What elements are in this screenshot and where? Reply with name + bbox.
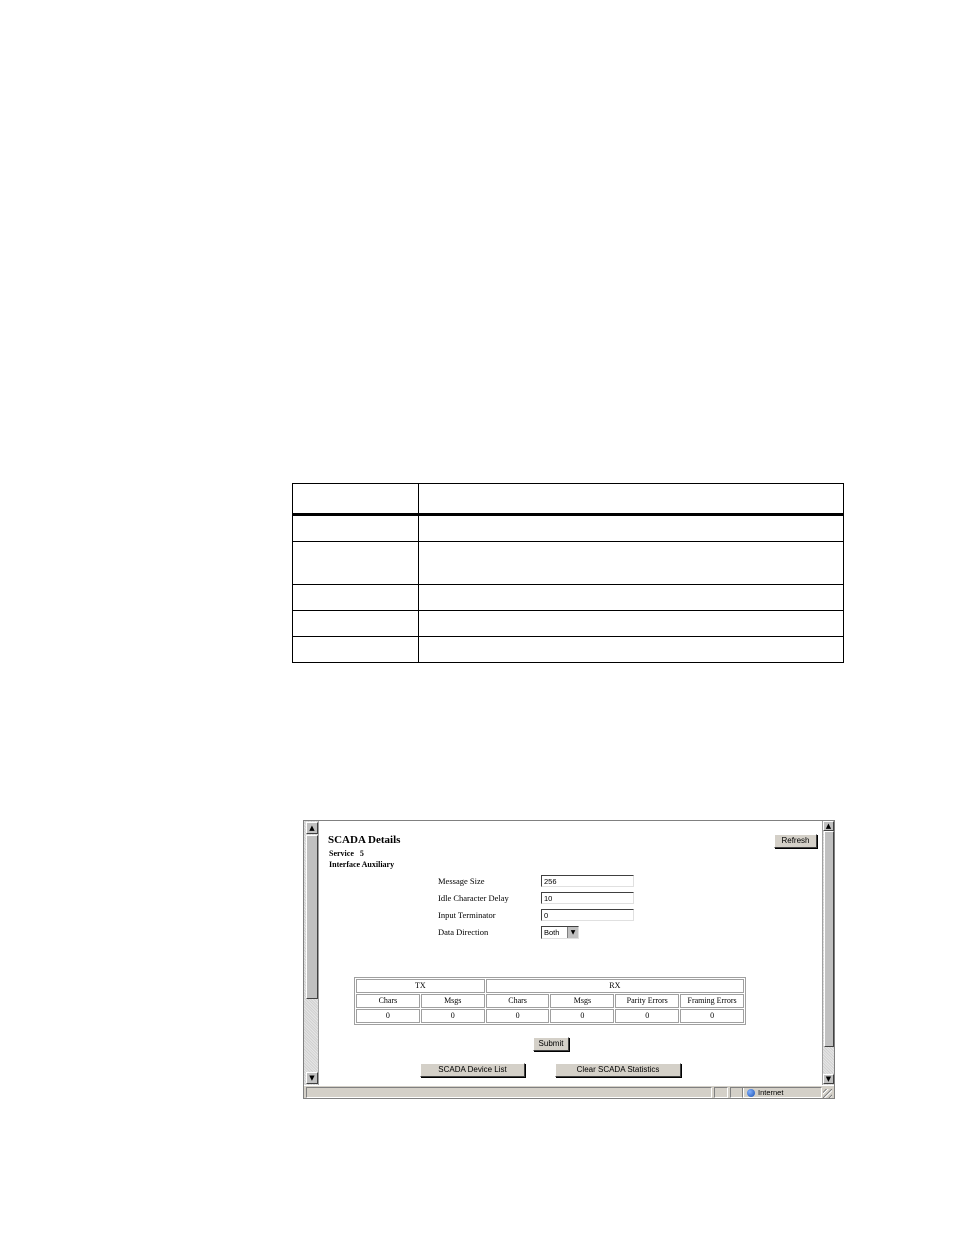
status-bar: Internet	[304, 1085, 834, 1098]
chevron-down-icon[interactable]: ▼	[567, 927, 578, 938]
globe-icon	[747, 1089, 755, 1097]
page-title: SCADA Details	[328, 834, 401, 846]
table-cell	[418, 636, 844, 663]
resize-grip-icon[interactable]	[823, 1089, 832, 1098]
stats-value-row: 0 0 0 0 0 0	[356, 1009, 744, 1023]
table-row	[292, 584, 844, 611]
scroll-up-icon[interactable]: ▲	[306, 822, 318, 834]
table-row	[292, 610, 844, 637]
clear-scada-statistics-button[interactable]: Clear SCADA Statistics	[555, 1063, 681, 1077]
service-label: Service	[329, 849, 354, 858]
table-cell	[418, 584, 844, 611]
zone-label: Internet	[758, 1088, 784, 1097]
stat-value: 0	[485, 1009, 550, 1023]
table-cell	[292, 610, 419, 637]
input-terminator-label: Input Terminator	[438, 910, 496, 920]
column-header: Chars	[356, 994, 420, 1008]
idle-character-delay-input[interactable]: 10	[541, 892, 634, 904]
scroll-down-icon[interactable]: ▼	[823, 1074, 834, 1084]
input-terminator-input[interactable]: 0	[541, 909, 634, 921]
interface-label: Interface	[329, 860, 361, 869]
table-cell	[292, 541, 419, 585]
browser-screenshot: ▲ ▼ SCADA Details Service 5 Interface Au…	[303, 820, 835, 1099]
tx-header: TX	[356, 979, 485, 993]
table-cell	[418, 541, 844, 585]
column-header: Parity Errors	[615, 994, 680, 1008]
stat-value: 0	[550, 1009, 615, 1023]
stats-column-row: Chars Msgs Chars Msgs Parity Errors Fram…	[356, 994, 744, 1008]
right-scrollbar[interactable]: ▲ ▼	[822, 821, 834, 1085]
data-direction-select[interactable]: Both ▼	[541, 926, 579, 939]
stat-value: 0	[680, 1009, 744, 1023]
interface-value: Auxiliary	[361, 860, 395, 869]
table-row	[292, 514, 844, 542]
status-message-cell	[306, 1087, 712, 1098]
data-direction-label: Data Direction	[438, 927, 489, 937]
refresh-button[interactable]: Refresh	[774, 834, 817, 848]
document-table	[292, 483, 844, 663]
stat-value: 0	[356, 1009, 420, 1023]
scroll-down-icon[interactable]: ▼	[306, 1072, 318, 1084]
service-value: 5	[359, 849, 364, 858]
left-scrollbar[interactable]: ▲ ▼	[304, 821, 319, 1085]
interface-line: Interface Auxiliary	[329, 860, 394, 869]
status-cell	[714, 1087, 728, 1098]
table-cell	[292, 514, 419, 542]
column-header: Msgs	[420, 994, 485, 1008]
table-cell	[292, 584, 419, 611]
scrollbar-thumb[interactable]	[306, 835, 318, 999]
scada-details-page: SCADA Details Service 5 Interface Auxili…	[322, 821, 822, 1085]
security-zone-cell: Internet	[742, 1087, 822, 1098]
idle-character-delay-label: Idle Character Delay	[438, 893, 509, 903]
table-row	[292, 636, 844, 663]
scroll-up-icon[interactable]: ▲	[823, 821, 834, 831]
message-size-input[interactable]: 256	[541, 875, 634, 887]
table-cell	[418, 514, 844, 542]
column-header: Framing Errors	[680, 994, 744, 1008]
stat-value: 0	[615, 1009, 680, 1023]
table-header-cell	[418, 483, 844, 516]
table-cell	[292, 636, 419, 663]
rx-header: RX	[485, 979, 744, 993]
scrollbar-thumb[interactable]	[824, 831, 834, 1047]
scada-device-list-button[interactable]: SCADA Device List	[420, 1063, 525, 1077]
statistics-table: TX RX Chars Msgs Chars Msgs Parity Error…	[354, 977, 746, 1025]
message-size-label: Message Size	[438, 876, 485, 886]
table-cell	[418, 610, 844, 637]
table-row	[292, 541, 844, 585]
table-header-row	[292, 483, 844, 516]
stat-value: 0	[420, 1009, 485, 1023]
stats-group-row: TX RX	[356, 979, 744, 993]
service-line: Service 5	[329, 849, 364, 858]
column-header: Chars	[485, 994, 550, 1008]
submit-button[interactable]: Submit	[533, 1037, 569, 1051]
column-header: Msgs	[550, 994, 615, 1008]
data-direction-value: Both	[544, 928, 560, 937]
table-header-cell	[292, 483, 419, 516]
